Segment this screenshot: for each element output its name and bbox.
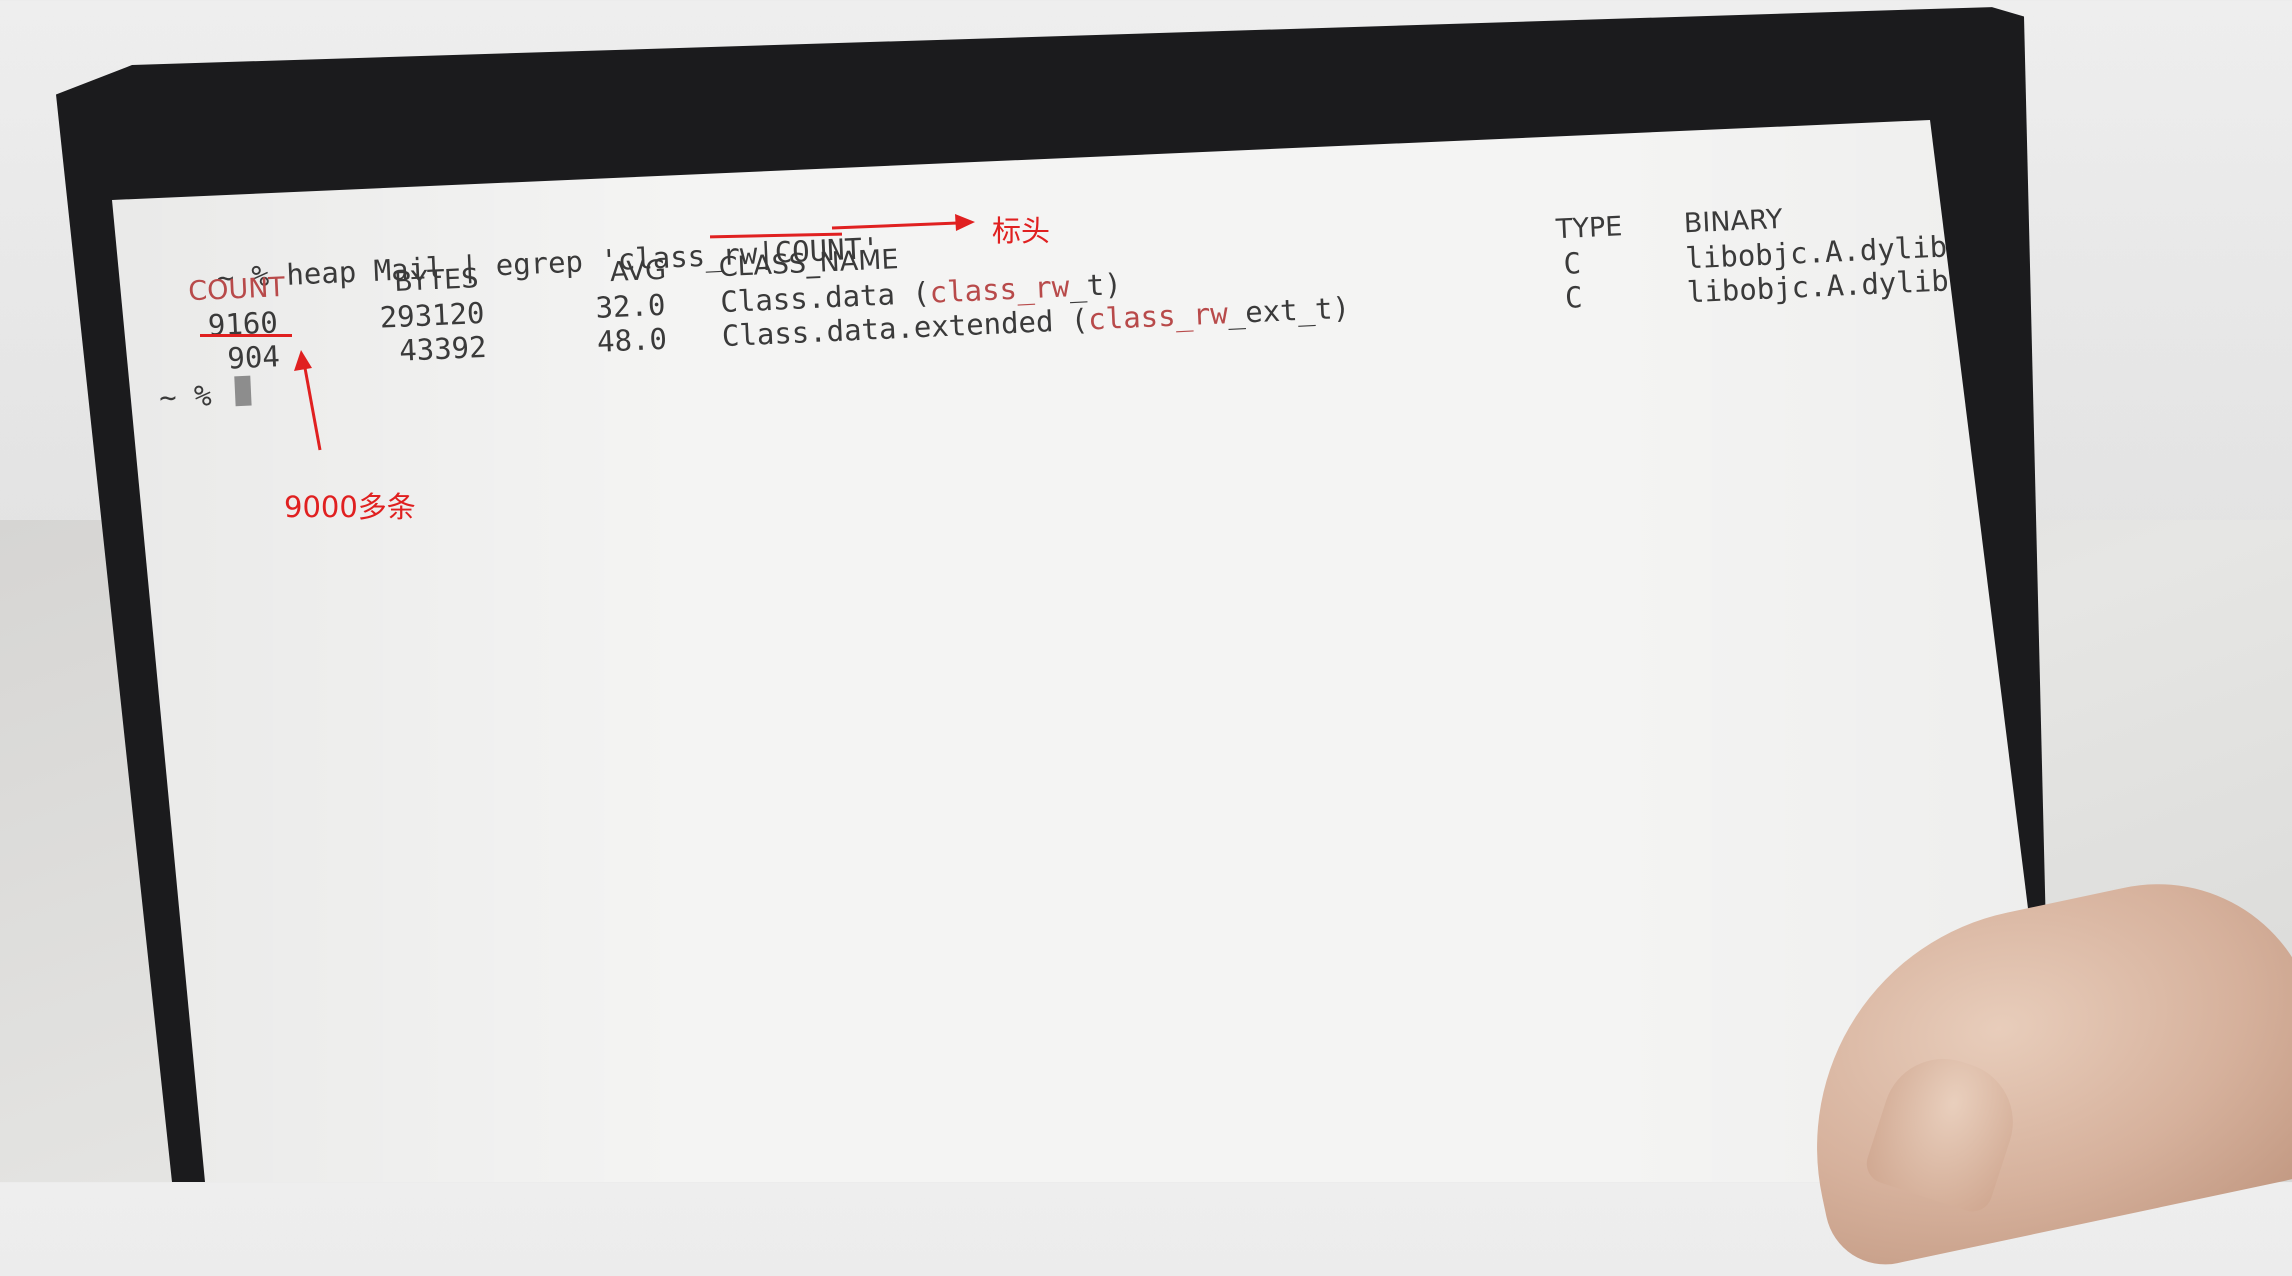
count-annotation: 9000多条	[284, 490, 416, 524]
count-arrow-head	[294, 350, 312, 371]
header-annotation: 标头	[992, 214, 1051, 248]
count-arrow-line	[303, 367, 322, 451]
header-arrow-head	[955, 214, 975, 231]
header-arrow-line	[831, 221, 959, 230]
